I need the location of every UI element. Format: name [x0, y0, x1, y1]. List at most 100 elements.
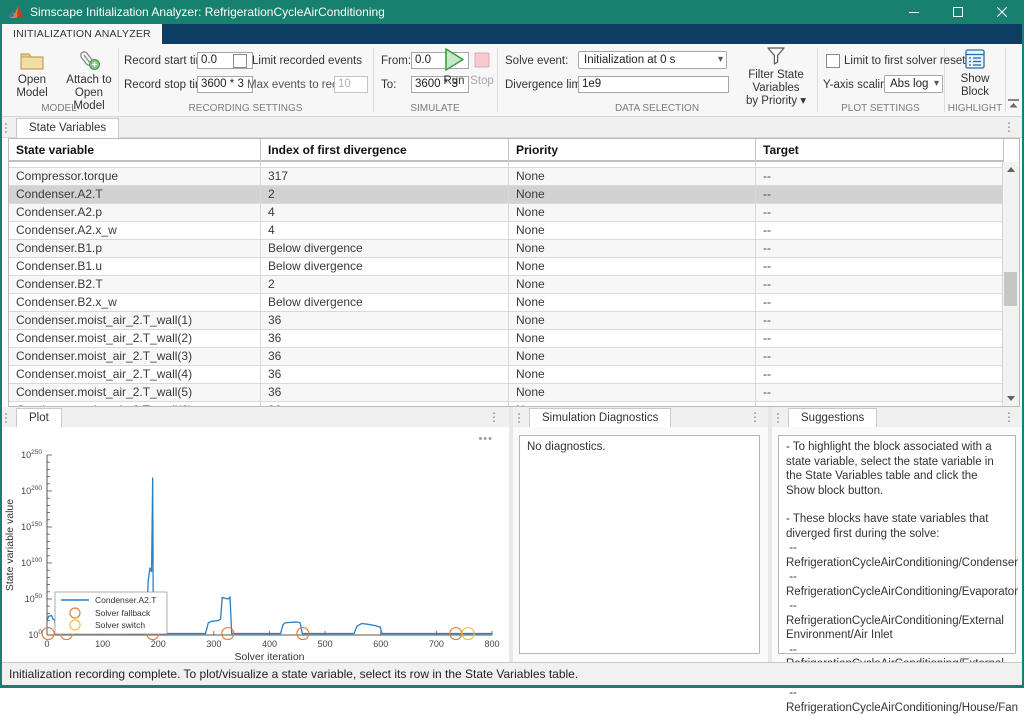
- max-events-input: 10: [334, 76, 368, 93]
- table-cell: None: [509, 312, 756, 330]
- panel-menu-icon[interactable]: [487, 409, 501, 425]
- section-label-model: MODEL: [0, 103, 118, 114]
- col-index-first-divergence[interactable]: Index of first divergence: [261, 139, 509, 162]
- table-cell: Condenser.moist_air_2.T_wall(2): [9, 330, 261, 348]
- scroll-up-icon[interactable]: [1007, 167, 1015, 172]
- table-cell: None: [509, 330, 756, 348]
- suggestions-text-box: - To highlight the block associated with…: [778, 435, 1016, 654]
- divergence-limit-input[interactable]: 1e9: [578, 76, 729, 93]
- table-cell: None: [509, 276, 756, 294]
- table-cell: 317: [261, 168, 509, 186]
- limit-recorded-events-checkbox[interactable]: [233, 54, 247, 68]
- diagnostics-panel-header: Simulation Diagnostics: [513, 407, 768, 428]
- table-row[interactable]: Condenser.B2.x_wBelow divergenceNone--: [9, 294, 1004, 312]
- record-stop-time-input[interactable]: 3600 * 3: [197, 76, 253, 93]
- suggestion-line: - To highlight the block associated with…: [786, 440, 1008, 498]
- table-cell: Condenser.A2.x_w: [9, 222, 261, 240]
- collapse-ribbon-icon[interactable]: [1007, 98, 1020, 109]
- table-cell: --: [756, 204, 1004, 222]
- tab-suggestions[interactable]: Suggestions: [788, 408, 877, 428]
- col-state-variable[interactable]: State variable: [9, 139, 261, 162]
- drag-handle-icon[interactable]: [517, 412, 521, 423]
- plot-panel-header: Plot: [0, 407, 509, 428]
- table-cell: 4: [261, 204, 509, 222]
- table-row[interactable]: Condenser.A2.T2None--: [9, 186, 1004, 204]
- filter-funnel-icon: [765, 46, 787, 66]
- svg-text:0: 0: [44, 639, 49, 649]
- svg-text:10250: 10250: [21, 449, 42, 460]
- suggestion-line: --RefrigerationCycleAirConditioning/Evap…: [786, 570, 1008, 599]
- plot-canvas[interactable]: 1001050101001015010200102500100200300400…: [2, 430, 504, 662]
- table-row[interactable]: Condenser.moist_air_2.T_wall(3)36None--: [9, 348, 1004, 366]
- svg-text:10200: 10200: [21, 485, 42, 496]
- table-row[interactable]: Compressor.torque317None--: [9, 168, 1004, 186]
- svg-text:Solver fallback: Solver fallback: [95, 608, 151, 618]
- svg-text:600: 600: [373, 639, 388, 649]
- table-cell: None: [509, 204, 756, 222]
- tab-simulation-diagnostics[interactable]: Simulation Diagnostics: [529, 408, 671, 428]
- tab-plot[interactable]: Plot: [16, 408, 62, 428]
- table-cell: --: [756, 366, 1004, 384]
- table-row[interactable]: Condenser.B1.pBelow divergenceNone--: [9, 240, 1004, 258]
- col-target[interactable]: Target: [756, 139, 1004, 162]
- table-cell: 36: [261, 348, 509, 366]
- table-cell: --: [756, 186, 1004, 204]
- run-label: Run: [440, 75, 468, 88]
- show-block-icon: [963, 48, 987, 70]
- table-cell: 36: [261, 384, 509, 402]
- maximize-button[interactable]: [936, 0, 980, 24]
- table-row[interactable]: Condenser.B1.uBelow divergenceNone--: [9, 258, 1004, 276]
- table-row[interactable]: Condenser.B2.T2None--: [9, 276, 1004, 294]
- minimize-button[interactable]: [892, 0, 936, 24]
- table-cell: --: [756, 168, 1004, 186]
- table-cell: 2: [261, 276, 509, 294]
- tab-initialization-analyzer[interactable]: INITIALIZATION ANALYZER: [2, 24, 162, 44]
- drag-handle-icon[interactable]: [4, 412, 8, 423]
- drag-handle-icon[interactable]: [4, 122, 8, 133]
- yaxis-scaling-dropdown[interactable]: Abs log: [884, 75, 943, 93]
- table-cell: --: [756, 240, 1004, 258]
- table-body: Compressor.torque317None--Condenser.A2.T…: [9, 168, 1019, 407]
- table-row[interactable]: Condenser.moist_air_2.T_wall(4)36None--: [9, 366, 1004, 384]
- table-row[interactable]: Condenser.A2.p4None--: [9, 204, 1004, 222]
- to-label: To:: [381, 77, 396, 93]
- state-variables-panel-header: State Variables: [0, 117, 1024, 138]
- section-label-data-selection: DATA SELECTION: [497, 103, 817, 114]
- close-button[interactable]: [980, 0, 1024, 24]
- table-cell: None: [509, 258, 756, 276]
- table-row[interactable]: Condenser.A2.x_w4None--: [9, 222, 1004, 240]
- table-cell: --: [756, 312, 1004, 330]
- svg-text:300: 300: [206, 639, 221, 649]
- panel-menu-icon[interactable]: [1002, 409, 1016, 425]
- scroll-down-icon[interactable]: [1007, 396, 1015, 401]
- panel-menu-icon[interactable]: [1002, 119, 1016, 135]
- table-row[interactable]: Condenser.moist_air_2.T_wall(2)36None--: [9, 330, 1004, 348]
- panel-menu-icon[interactable]: [748, 409, 762, 425]
- show-block-button[interactable]: Show Block: [946, 48, 1004, 99]
- scrollbar-thumb[interactable]: [1004, 272, 1017, 306]
- drag-handle-icon[interactable]: [776, 412, 780, 423]
- svg-text:100: 100: [28, 629, 42, 640]
- limit-recorded-events-label: Limit recorded events: [252, 53, 362, 69]
- solve-event-label: Solve event:: [505, 53, 568, 69]
- table-cell: Condenser.B1.p: [9, 240, 261, 258]
- plot-area[interactable]: ••• 100105010100101501020010250010020030…: [0, 427, 509, 662]
- suggestions-panel: - To highlight the block associated with…: [772, 427, 1022, 662]
- run-button[interactable]: Run: [440, 47, 468, 88]
- table-row[interactable]: Condenser.moist_air_2.T_wall(1)36None--: [9, 312, 1004, 330]
- table-cell: --: [756, 348, 1004, 366]
- table-cell: --: [756, 222, 1004, 240]
- from-label: From:: [381, 53, 411, 69]
- col-priority[interactable]: Priority: [509, 139, 756, 162]
- filter-state-variables-button[interactable]: Filter State Variables by Priority ▾: [733, 46, 819, 108]
- table-vertical-scrollbar[interactable]: [1002, 162, 1019, 406]
- limit-first-solver-reset-checkbox[interactable]: [826, 54, 840, 68]
- stop-icon: [474, 52, 490, 68]
- tab-state-variables[interactable]: State Variables: [16, 118, 119, 138]
- suggestion-line: [786, 498, 1008, 512]
- table-cell: Below divergence: [261, 258, 509, 276]
- open-model-button[interactable]: Open Model: [6, 50, 58, 100]
- solve-event-dropdown[interactable]: Initialization at 0 s: [578, 51, 727, 69]
- svg-text:500: 500: [318, 639, 333, 649]
- table-row[interactable]: Condenser.moist_air_2.T_wall(5)36None--: [9, 384, 1004, 402]
